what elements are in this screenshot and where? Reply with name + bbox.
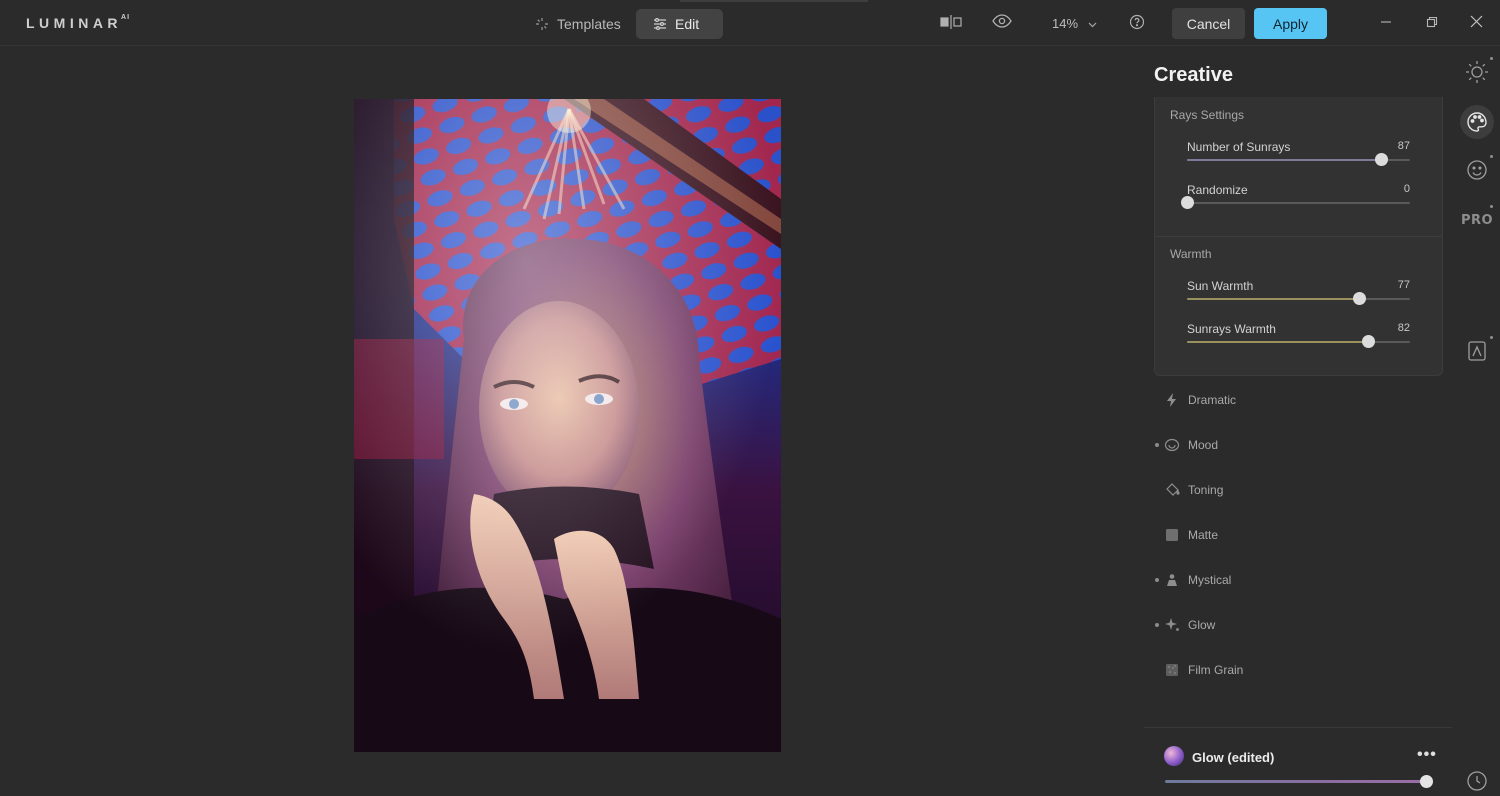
cancel-button[interactable]: Cancel [1172, 8, 1245, 39]
tool-label: Mood [1188, 437, 1219, 452]
creative-palette-icon[interactable] [1460, 105, 1494, 139]
apply-button[interactable]: Apply [1254, 8, 1327, 39]
tool-mystical[interactable]: Mystical [1154, 557, 1443, 602]
close-icon[interactable] [1470, 15, 1483, 33]
sun-warmth-slider[interactable]: Sun Warmth 77 [1187, 279, 1410, 309]
slider-fill [1187, 341, 1368, 343]
slider-handle[interactable] [1352, 292, 1366, 305]
slider-handle[interactable] [1361, 335, 1375, 348]
slider-handle[interactable] [1375, 153, 1388, 166]
slider-handle[interactable] [1181, 196, 1194, 209]
pro-icon[interactable]: PRO [1460, 203, 1494, 237]
tool-label: Glow [1188, 617, 1216, 632]
tab-edit-label: Edit [675, 16, 700, 32]
preset-thumbnail [1164, 746, 1184, 766]
slider-value: 0 [1403, 183, 1410, 195]
tool-label: Dramatic [1188, 392, 1237, 407]
warmth-label: Warmth [1170, 247, 1212, 261]
panel-divider [1144, 727, 1452, 728]
number-of-sunrays-slider[interactable]: Number of Sunrays 87 [1187, 140, 1410, 170]
tool-mood[interactable]: Mood [1154, 422, 1443, 467]
tab-templates-label: Templates [557, 16, 621, 32]
tool-toning[interactable]: Toning [1154, 467, 1443, 512]
tool-matte[interactable]: Matte [1154, 512, 1443, 557]
portrait-photo [354, 99, 781, 752]
essentials-sun-icon[interactable] [1460, 55, 1494, 89]
edited-indicator-dot [1155, 442, 1159, 447]
edited-indicator-dot [1155, 622, 1159, 627]
indicator-dot [1490, 336, 1493, 339]
slider-value: 87 [1397, 140, 1410, 152]
lightning-icon [1164, 392, 1180, 408]
sunrays-settings-box: Rays Settings Number of Sunrays 87 Rando… [1154, 97, 1443, 376]
tool-label: Mystical [1188, 572, 1232, 587]
zoom-value: 14% [1052, 16, 1079, 31]
history-clock-icon[interactable] [1460, 764, 1494, 796]
indicator-dot [1490, 57, 1493, 60]
applied-template-bar: Glow (edited) ••• [1164, 746, 1440, 792]
edited-indicator-dot [1155, 577, 1159, 582]
slider-label: Number of Sunrays [1187, 140, 1291, 154]
sunrays-warmth-slider[interactable]: Sunrays Warmth 82 [1187, 322, 1410, 352]
matte-icon [1164, 527, 1180, 543]
section-divider [1155, 236, 1442, 237]
panel-title: Creative [1154, 64, 1233, 86]
app-logo: LUMINARAI [26, 14, 131, 31]
preset-amount-handle[interactable] [1419, 775, 1433, 788]
zoom-dropdown[interactable]: 14% [1052, 16, 1097, 31]
mystical-icon [1164, 572, 1180, 588]
photo-canvas[interactable] [354, 99, 781, 752]
slider-label: Sun Warmth [1187, 279, 1254, 293]
local-masking-icon[interactable] [1460, 334, 1494, 368]
grain-icon [1164, 662, 1180, 678]
mood-icon [1164, 437, 1180, 453]
slider-label: Randomize [1187, 183, 1248, 197]
chevron-down-icon [1088, 16, 1097, 31]
tool-label: Toning [1188, 482, 1224, 497]
tab-templates[interactable]: Templates [518, 9, 638, 39]
slider-value: 82 [1397, 322, 1410, 334]
tab-edit[interactable]: Edit [636, 9, 723, 39]
eye-icon[interactable] [992, 14, 1012, 28]
slider-fill [1187, 159, 1381, 161]
preset-amount-slider[interactable] [1165, 780, 1427, 783]
glow-icon [1164, 617, 1180, 633]
randomize-slider[interactable]: Randomize 0 [1181, 183, 1410, 213]
restore-icon[interactable] [1426, 15, 1438, 33]
portrait-face-icon[interactable] [1460, 153, 1494, 187]
pro-label: PRO [1460, 212, 1494, 228]
slider-value: 77 [1397, 279, 1410, 291]
tool-label: Film Grain [1188, 662, 1244, 677]
slider-fill [1187, 298, 1359, 300]
sliders-icon [653, 18, 667, 30]
tool-label: Matte [1188, 527, 1219, 542]
tool-dramatic[interactable]: Dramatic [1154, 377, 1443, 422]
tool-film-grain[interactable]: Film Grain [1154, 647, 1443, 692]
tool-glow[interactable]: Glow [1154, 602, 1443, 647]
top-bar: LUMINARAI Templates Edit 14% Cancel Appl… [0, 0, 1500, 46]
compare-icon[interactable] [939, 14, 963, 30]
more-options-button[interactable]: ••• [1417, 746, 1437, 764]
sparkle-icon [535, 17, 549, 31]
window-drag-handle[interactable] [680, 0, 868, 2]
minimize-icon[interactable] [1380, 15, 1392, 33]
rays-settings-label: Rays Settings [1170, 108, 1245, 122]
help-icon[interactable] [1129, 14, 1145, 30]
bucket-icon [1164, 482, 1180, 498]
indicator-dot [1490, 155, 1493, 158]
slider-label: Sunrays Warmth [1187, 322, 1276, 336]
indicator-dot [1490, 205, 1493, 208]
slider-track[interactable] [1187, 202, 1410, 204]
preset-name: Glow (edited) [1192, 750, 1275, 765]
